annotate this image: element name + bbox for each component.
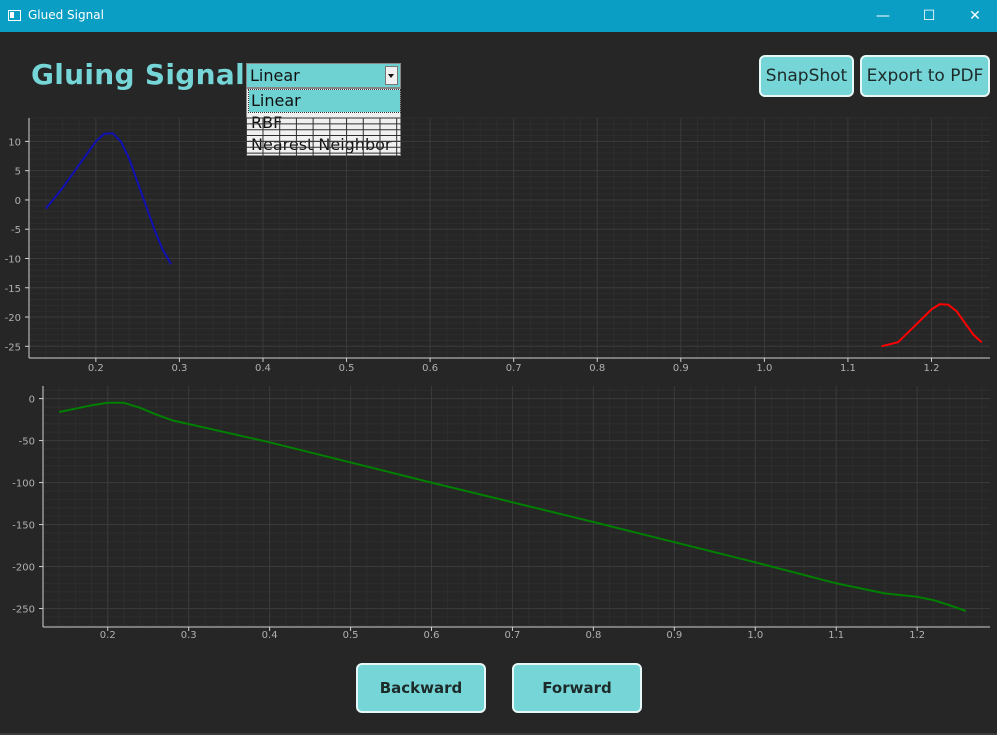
- backward-button[interactable]: Backward: [356, 663, 486, 713]
- signals-chart-x-tick-label: 1.2: [924, 363, 940, 374]
- signals-chart-x-tick-label: 0.7: [506, 363, 522, 374]
- signals-chart-y-tick-label: -15: [5, 284, 21, 295]
- signals-chart-y-tick-label: 10: [8, 137, 21, 148]
- signals-chart-x-tick-label: 0.6: [422, 363, 438, 374]
- forward-button[interactable]: Forward: [512, 663, 642, 713]
- signals-chart-x-tick-label: 0.3: [171, 363, 187, 374]
- signals-chart-y-tick-label: 5: [15, 167, 21, 178]
- signals-chart-y-tick-label: 0: [15, 196, 21, 207]
- signals-chart-x-tick-label: 0.9: [673, 363, 689, 374]
- signals-chart-x-tick-label: 0.4: [255, 363, 271, 374]
- signals-chart-x-tick-label: 0.5: [339, 363, 355, 374]
- signals-chart-y-tick-label: -25: [5, 342, 21, 353]
- signals-chart-y-tick-label: -10: [5, 254, 21, 265]
- signals-chart-y-tick-label: -5: [11, 225, 21, 236]
- signals-chart-x-tick-label: 1.1: [840, 363, 856, 374]
- signals-chart-y-tick-label: -20: [5, 313, 21, 324]
- signals-chart-x-tick-label: 1.0: [756, 363, 772, 374]
- signals-chart[interactable]: 0.2 0.3 0.4 0.5 0.6 0.7 0.8 0.9 1.0 1.1 1.2 10 5 0 -5 -…: [0, 0, 997, 735]
- signals-chart-x-tick-label: 0.8: [589, 363, 605, 374]
- signals-chart-x-tick-label: 0.2: [88, 363, 104, 374]
